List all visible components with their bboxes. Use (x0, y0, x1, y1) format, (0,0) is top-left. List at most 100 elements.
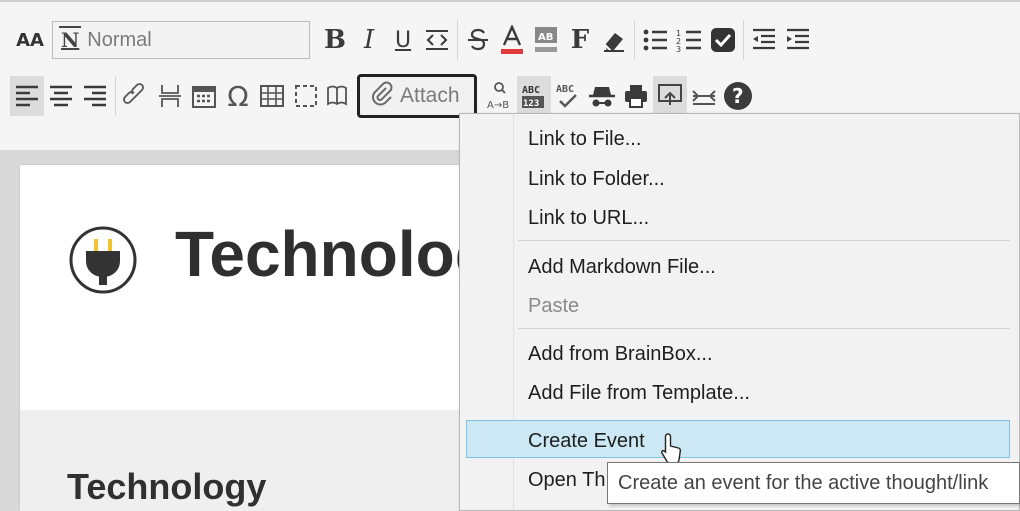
print-button[interactable] (619, 76, 653, 116)
insert-shape-button[interactable] (289, 76, 323, 116)
style-select-value: Normal (87, 28, 152, 51)
menu-item-add-markdown-file[interactable]: Add Markdown File... (528, 256, 716, 279)
highlight-color-button[interactable]: AB (529, 20, 563, 60)
align-right-button[interactable] (78, 76, 112, 116)
checkbox-icon (711, 28, 735, 52)
svg-text:123: 123 (523, 99, 539, 109)
present-icon (657, 84, 682, 105)
paragraph-style-select[interactable]: N Normal (52, 21, 310, 59)
outdent-button[interactable] (747, 20, 781, 60)
special-character-button[interactable]: Ω (221, 76, 255, 116)
toolbar-divider (115, 76, 116, 116)
font-icon: F (570, 25, 590, 55)
attach-button[interactable]: Attach (357, 74, 477, 118)
toolbar-divider (457, 20, 458, 60)
font-size-icon: AA (16, 29, 44, 51)
menu-item-add-file-from-template[interactable]: Add File from Template... (528, 382, 750, 405)
content-section: Technology (20, 410, 520, 511)
hero-title: Technolog (175, 218, 494, 290)
bulleted-list-button[interactable] (638, 20, 672, 60)
table-icon (260, 85, 284, 107)
font-color-icon (501, 25, 523, 54)
find-replace-button[interactable]: A→B (483, 76, 517, 116)
numbered-list-icon: 123 (676, 29, 701, 52)
plug-icon (69, 226, 137, 294)
menu-item-paste: Paste (528, 295, 580, 317)
outdent-icon (753, 28, 775, 50)
bulleted-list-icon (643, 29, 667, 51)
spell-check-icon: ABC (556, 84, 577, 108)
align-left-button[interactable] (10, 76, 44, 116)
collapse-icon (691, 90, 716, 105)
incognito-icon (588, 87, 615, 107)
toolbar-divider (743, 20, 744, 60)
omega-icon: Ω (227, 79, 249, 113)
italic-button[interactable]: I (352, 20, 386, 60)
strikethrough-button[interactable] (461, 20, 495, 60)
menu-separator (518, 240, 1010, 241)
hero-section: Technolog (20, 165, 520, 410)
printer-icon (624, 85, 647, 108)
help-button[interactable]: ? (721, 76, 755, 116)
italic-icon: I (363, 25, 375, 55)
menu-separator (518, 328, 1010, 329)
present-button[interactable] (652, 76, 687, 116)
app-window: AA N Normal B I U AB F 1 2 3 Ω Attach A→… (0, 0, 1020, 511)
insert-link-button[interactable] (119, 76, 153, 116)
abc-123-button[interactable]: ABC 123 (516, 76, 551, 116)
paperclip-icon (370, 81, 394, 112)
svg-text:3: 3 (676, 45, 681, 52)
underline-button[interactable]: U (386, 20, 420, 60)
menu-item-add-from-brainbox[interactable]: Add from BrainBox... (528, 343, 713, 366)
clear-format-button[interactable] (597, 20, 631, 60)
svg-text:ABC: ABC (522, 85, 540, 96)
code-view-button[interactable] (420, 20, 454, 60)
notes-page[interactable]: Technolog Technology (20, 165, 520, 511)
font-button[interactable]: F (563, 20, 597, 60)
page-break-button[interactable] (153, 76, 187, 116)
menu-item-create-event[interactable]: Create Event (528, 430, 645, 453)
attach-dropdown-menu: Link to File... Link to Folder... Link t… (459, 113, 1020, 511)
toolbar-divider (634, 20, 635, 60)
insert-book-button[interactable] (323, 76, 351, 116)
link-icon (123, 83, 144, 104)
eraser-icon (604, 33, 624, 52)
menu-item-link-to-url[interactable]: Link to URL... (528, 207, 649, 230)
menu-item-link-to-folder[interactable]: Link to Folder... (528, 168, 665, 191)
menu-item-open-th[interactable]: Open Th (528, 469, 605, 492)
bold-button[interactable]: B (318, 20, 352, 60)
align-right-icon (84, 85, 106, 107)
attach-label: Attach (400, 84, 460, 107)
book-icon (327, 85, 347, 106)
indent-button[interactable] (781, 20, 815, 60)
strikethrough-icon (468, 28, 488, 51)
svg-text:?: ? (732, 84, 744, 108)
svg-text:AB: AB (538, 32, 553, 43)
font-size-button[interactable]: AA (10, 20, 50, 60)
style-n-icon: N (58, 26, 82, 52)
insert-table-button[interactable] (255, 76, 289, 116)
numbered-list-button[interactable]: 123 (672, 20, 706, 60)
align-left-icon (16, 85, 38, 107)
code-view-icon (426, 30, 448, 50)
toolbar-row-1: AA N Normal B I U AB F 1 2 3 (10, 16, 815, 64)
highlight-color-icon: AB (535, 27, 557, 52)
align-center-icon (50, 85, 72, 107)
svg-text:A→B: A→B (487, 100, 509, 111)
incognito-button[interactable] (585, 76, 619, 116)
collapse-button[interactable] (687, 76, 721, 116)
insert-date-button[interactable] (187, 76, 221, 116)
menu-item-link-to-file[interactable]: Link to File... (528, 128, 641, 151)
underline-icon: U (394, 27, 412, 53)
checklist-button[interactable] (706, 20, 740, 60)
mouse-cursor-icon (661, 433, 682, 464)
abc-123-icon: ABC 123 (521, 85, 544, 109)
dashed-box-icon (295, 85, 317, 107)
font-color-button[interactable] (495, 20, 529, 60)
page-break-icon (159, 85, 181, 107)
align-center-button[interactable] (44, 76, 78, 116)
bold-icon: B (324, 25, 346, 55)
spell-check-button[interactable]: ABC (551, 76, 585, 116)
help-icon: ? (723, 82, 752, 110)
section-title: Technology (67, 466, 267, 507)
